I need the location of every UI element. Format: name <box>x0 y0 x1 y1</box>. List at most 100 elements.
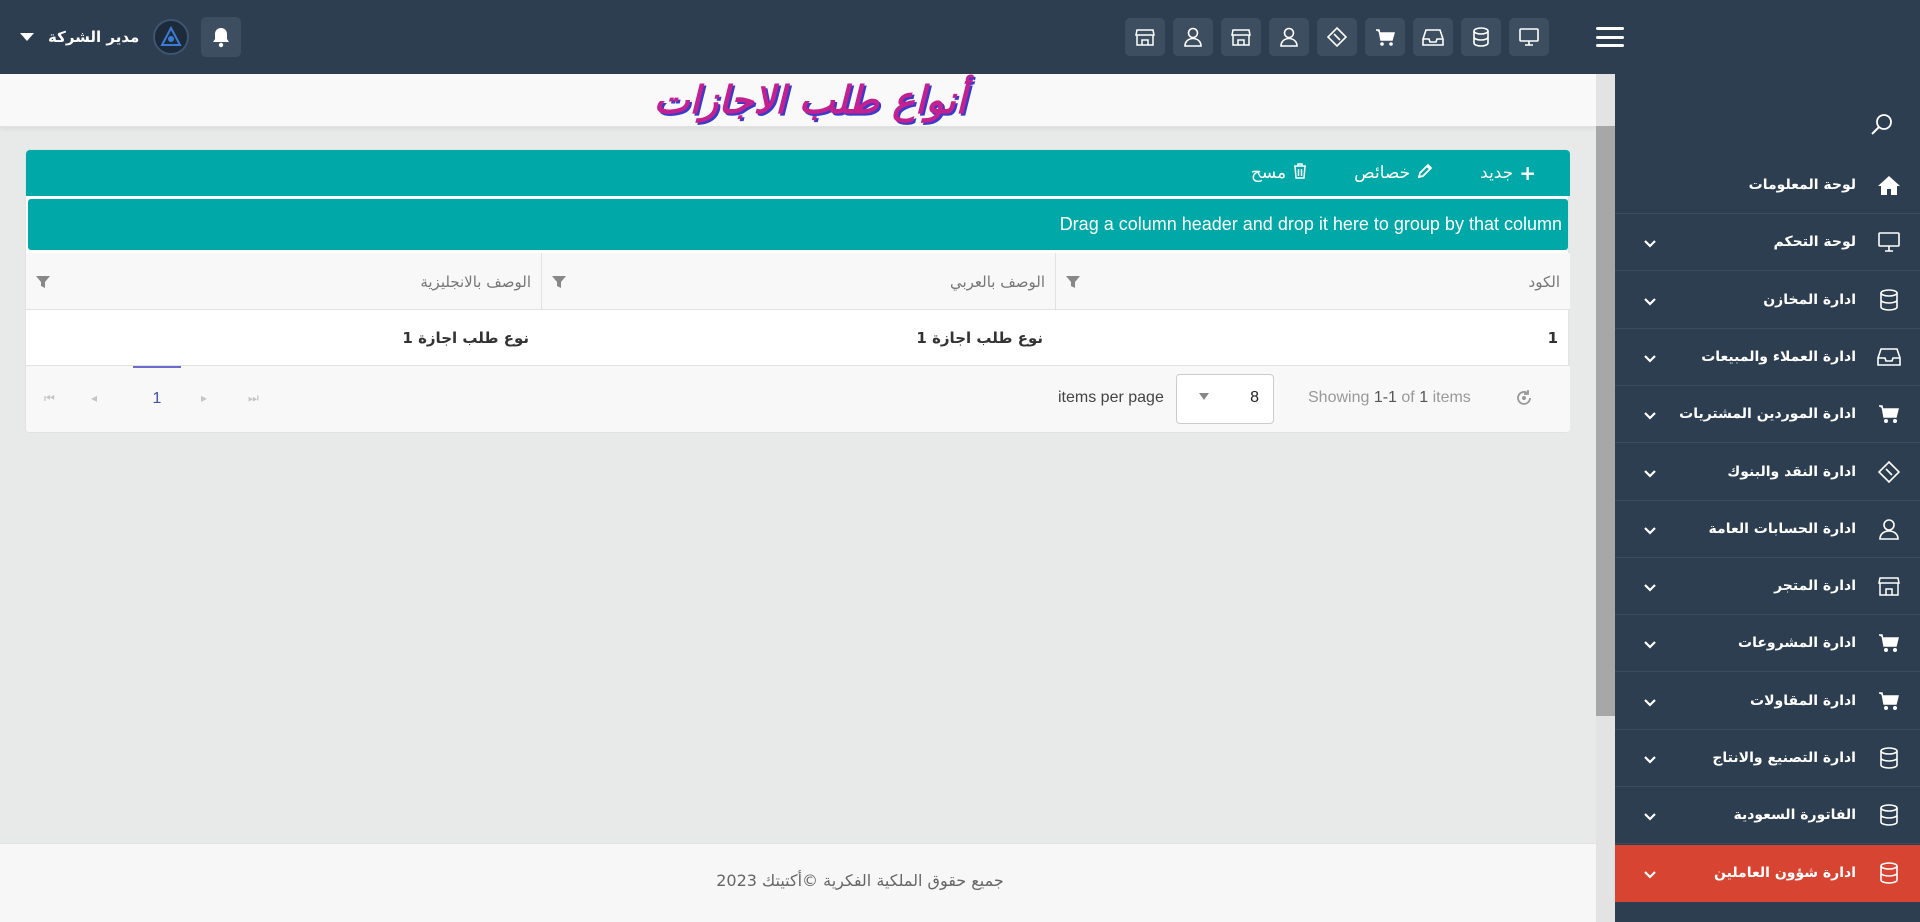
page-number[interactable]: 1 <box>133 366 181 432</box>
refresh-icon[interactable] <box>1514 388 1534 412</box>
sidebar-item-label: ادارة المقاولات <box>1750 692 1856 709</box>
user-icon[interactable] <box>1173 18 1213 56</box>
cell-code: 1 <box>1547 329 1558 347</box>
page-title: أنواع طلب الاجازات <box>653 77 967 122</box>
column-header-code[interactable]: الكود <box>1055 253 1570 310</box>
bell-icon[interactable] <box>201 17 242 57</box>
scrollbar-thumb[interactable] <box>1596 126 1615 716</box>
sidebar-item-label: ادارة شؤون العاملين <box>1714 864 1856 881</box>
sidebar-item[interactable]: ادارة العملاء والمبيعات <box>1615 329 1920 386</box>
page-header: أنواع طلب الاجازات <box>0 74 1596 127</box>
sidebar-item-label: لوحة المعلومات <box>1748 177 1856 193</box>
delete-button[interactable]: مسح <box>1251 162 1308 185</box>
sidebar-item-label: ادارة الموردين المشتريات <box>1679 406 1856 423</box>
column-header-arabic-desc[interactable]: الوصف بالعربي <box>541 253 1055 310</box>
chevron-down-icon <box>1643 581 1657 592</box>
cart-icon <box>1876 630 1902 656</box>
edit-button-label: خصائص <box>1354 163 1411 183</box>
grid-header: الكود الوصف بالعربي الوصف بالانجليزية <box>26 253 1570 310</box>
sidebar-item-label: الفاتورة السعودية <box>1733 807 1856 824</box>
chevron-down-icon <box>1643 352 1657 363</box>
store-icon[interactable] <box>1125 18 1165 56</box>
sidebar-item[interactable]: ادارة شؤون العاملين <box>1615 844 1920 902</box>
sidebar-item[interactable]: ادارة المشروعات <box>1615 615 1920 673</box>
home-icon <box>1876 172 1902 198</box>
sidebar-item[interactable]: ادارة الموردين المشتريات <box>1615 386 1920 444</box>
chevron-down-icon <box>1643 696 1657 707</box>
sidebar-item[interactable]: ادارة الحسابات العامة <box>1615 501 1920 558</box>
last-page-icon[interactable]: ⏭ <box>248 391 259 406</box>
group-drop-zone[interactable]: Drag a column header and drop it here to… <box>28 199 1568 250</box>
user-menu[interactable]: مدير الشركة <box>20 17 242 57</box>
ticket-icon <box>1876 459 1902 485</box>
sidebar-item-label: ادارة العملاء والمبيعات <box>1701 348 1856 365</box>
sidebar-item[interactable]: ادارة النقد والبنوك <box>1615 444 1920 501</box>
cell-english-desc: نوع طلب اجازة 1 <box>402 329 529 347</box>
caret-down-icon <box>20 33 34 41</box>
filter-icon[interactable] <box>36 275 50 289</box>
inbox-icon <box>1876 344 1902 370</box>
pager-info-prefix: Showing <box>1308 389 1370 406</box>
sidebar: لوحة المعلومات لوحة التحكم ادارة المخازن اد… <box>1615 74 1920 922</box>
sidebar-item-label: ادارة المشروعات <box>1738 635 1856 652</box>
user-name: مدير الشركة <box>48 28 140 46</box>
sidebar-item-label: ادارة النقد والبنوك <box>1727 463 1856 480</box>
items-per-page-select[interactable]: 8 <box>1176 374 1274 424</box>
search-icon[interactable] <box>1869 112 1895 142</box>
table-row[interactable]: 1 نوع طلب اجازة 1 نوع طلب اجازة 1 <box>26 310 1570 366</box>
filter-icon[interactable] <box>552 275 566 289</box>
pager-info: Showing 1-1 of 1 items <box>1308 389 1471 407</box>
next-page-icon[interactable]: ▸ <box>201 391 207 405</box>
pager-info-suffix: items <box>1432 389 1471 406</box>
inbox-icon[interactable] <box>1413 18 1453 56</box>
filter-icon[interactable] <box>1066 275 1080 289</box>
top-navbar: مدير الشركة <box>0 0 1920 74</box>
delete-button-label: مسح <box>1250 163 1287 183</box>
database-icon <box>1876 860 1902 886</box>
sidebar-item-label: ادارة الحسابات العامة <box>1708 520 1856 537</box>
chevron-down-icon <box>1199 393 1209 400</box>
monitor-icon[interactable] <box>1509 18 1549 56</box>
chevron-down-icon <box>1643 753 1657 764</box>
sidebar-item-label: ادارة المخازن <box>1763 291 1856 308</box>
column-header-label: الوصف بالانجليزية <box>420 272 531 291</box>
sidebar-item-label: لوحة التحكم <box>1773 234 1856 251</box>
page-scrollbar[interactable] <box>1596 74 1615 922</box>
prev-page-icon[interactable]: ◂ <box>91 391 97 405</box>
sidebar-item[interactable]: لوحة التحكم <box>1615 214 1920 272</box>
cart-icon <box>1876 401 1902 427</box>
database-icon[interactable] <box>1461 18 1501 56</box>
chevron-down-icon <box>1643 409 1657 420</box>
plus-icon: + <box>1519 161 1536 185</box>
copyright-text: جميع حقوق الملكية الفكرية ©أكتيتك 2023 <box>716 871 1004 890</box>
chevron-down-icon <box>1643 524 1657 535</box>
sidebar-item[interactable]: الفاتورة السعودية <box>1615 787 1920 845</box>
pager-info-range: 1-1 <box>1373 389 1397 406</box>
menu-toggle-icon[interactable] <box>1596 24 1624 50</box>
edit-button[interactable]: خصائص <box>1354 162 1434 185</box>
chevron-down-icon <box>1643 810 1657 821</box>
sidebar-item[interactable]: ادارة المخازن <box>1615 272 1920 329</box>
cart-icon[interactable] <box>1365 18 1405 56</box>
ticket-icon[interactable] <box>1317 18 1357 56</box>
column-header-english-desc[interactable]: الوصف بالانجليزية <box>26 253 541 310</box>
store-icon[interactable] <box>1221 18 1261 56</box>
column-header-label: الوصف بالعربي <box>949 272 1045 291</box>
trash-icon <box>1292 162 1308 185</box>
new-button[interactable]: + جديد <box>1480 161 1536 185</box>
pager-info-of: of <box>1401 389 1415 406</box>
sidebar-item[interactable]: لوحة المعلومات <box>1615 157 1920 214</box>
sidebar-item[interactable]: ادارة المتجر <box>1615 558 1920 616</box>
sidebar-item[interactable]: ادارة التصنيع والانتاج <box>1615 730 1920 787</box>
avatar[interactable] <box>153 19 190 55</box>
new-button-label: جديد <box>1480 163 1514 183</box>
store-icon <box>1876 573 1902 599</box>
grid-pager: ⏮ ◂ 1 ▸ ⏭ items per page 8 Showing 1-1 o… <box>26 366 1570 432</box>
data-grid: + جديد خصائص مسح Drag a column header an… <box>25 149 1570 433</box>
grid-toolbar: + جديد خصائص مسح <box>26 150 1570 196</box>
database-icon <box>1876 802 1902 828</box>
items-per-page-value: 8 <box>1250 389 1259 406</box>
first-page-icon[interactable]: ⏮ <box>44 391 55 406</box>
user-icon[interactable] <box>1269 18 1309 56</box>
sidebar-item[interactable]: ادارة المقاولات <box>1615 673 1920 730</box>
